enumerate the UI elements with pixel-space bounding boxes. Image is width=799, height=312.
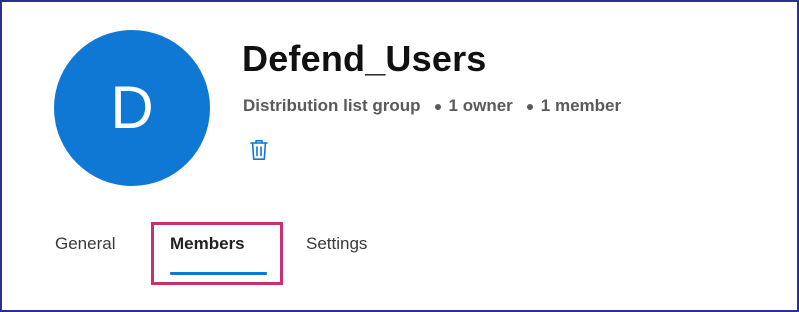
group-type: Distribution list group [243,96,421,115]
meta-separator-dot [526,104,533,110]
group-details-panel: D Defend_Users Distribution list group 1… [0,0,799,312]
group-avatar: D [54,30,210,186]
group-title: Defend_Users [242,38,487,79]
trash-icon [250,140,268,160]
tab-settings[interactable]: Settings [306,226,367,262]
tab-general[interactable]: General [55,226,115,262]
avatar-initial: D [110,74,154,141]
group-meta: Distribution list group 1 owner 1 member [243,96,621,116]
delete-group-button[interactable] [248,137,270,163]
member-count: 1 member [540,96,622,115]
tab-members[interactable]: Members [170,226,245,262]
owner-count: 1 owner [448,96,513,115]
meta-separator-dot [434,104,441,110]
active-tab-indicator [170,272,267,275]
